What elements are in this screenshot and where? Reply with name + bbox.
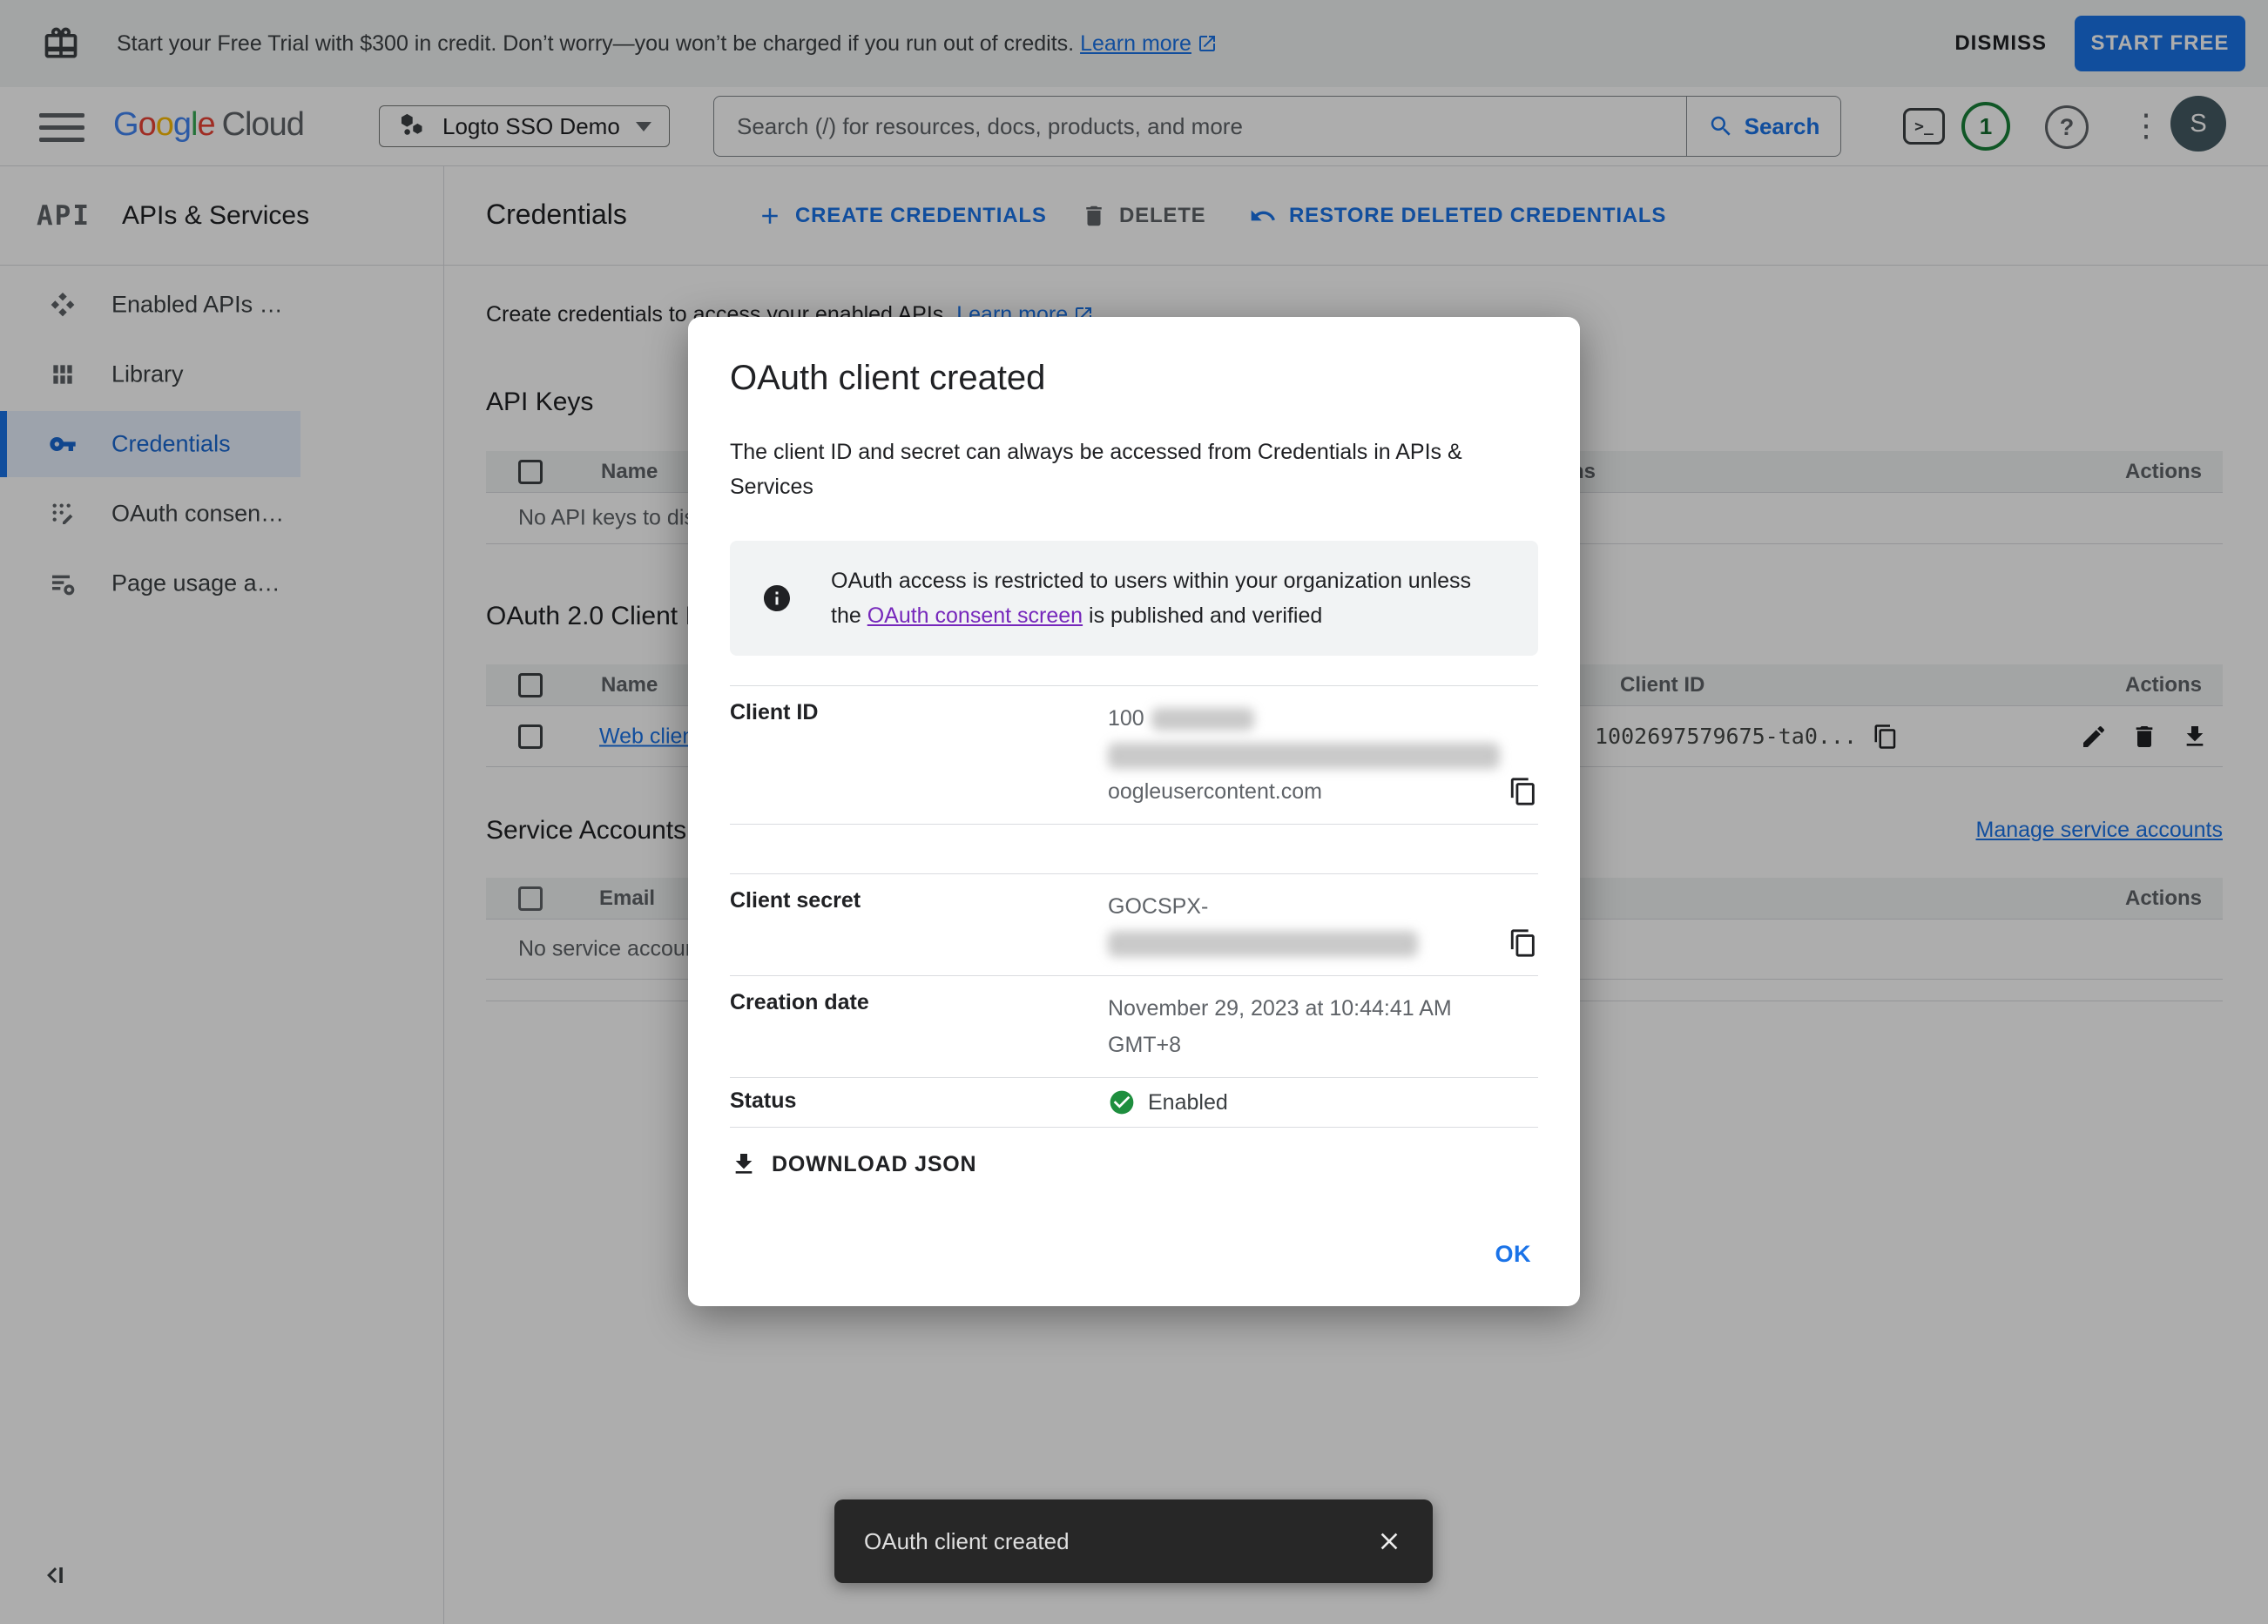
- client-secret-value: GOCSPX-: [1108, 888, 1500, 961]
- dialog-description: The client ID and secret can always be a…: [730, 440, 1462, 499]
- google-cloud-console: Start your Free Trial with $300 in credi…: [0, 0, 2268, 1624]
- close-icon[interactable]: [1375, 1527, 1403, 1555]
- client-id-value: 100 oogleusercontent.com: [1108, 700, 1500, 810]
- toast-message: OAuth client created: [864, 1527, 1070, 1554]
- info-icon: [761, 583, 793, 614]
- creation-date-row: Creation date November 29, 2023 at 10:44…: [730, 975, 1538, 1077]
- dialog-fields: Client ID 100 oogleusercontent.com Clien…: [730, 685, 1538, 1183]
- dialog-title: OAuth client created: [730, 359, 1046, 397]
- client-id-row: Client ID 100 oogleusercontent.com: [730, 685, 1538, 824]
- client-secret-row: Client secret GOCSPX-: [730, 873, 1538, 975]
- redacted-text: [1108, 743, 1500, 770]
- copy-client-id-icon[interactable]: [1509, 777, 1538, 806]
- redacted-text: [1151, 708, 1254, 731]
- ok-button[interactable]: OK: [1495, 1241, 1532, 1268]
- oauth-consent-screen-link[interactable]: OAuth consent screen: [867, 603, 1083, 628]
- download-json-button[interactable]: DOWNLOAD JSON: [730, 1150, 976, 1178]
- download-json-row: DOWNLOAD JSON: [730, 1127, 1538, 1183]
- oauth-client-created-dialog: OAuth client created The client ID and s…: [688, 317, 1580, 1306]
- copy-client-secret-icon[interactable]: [1509, 928, 1538, 958]
- redacted-text: [1108, 931, 1418, 958]
- creation-date-value: November 29, 2023 at 10:44:41 AM GMT+8: [1108, 996, 1452, 1057]
- toast-snackbar: OAuth client created: [834, 1499, 1433, 1583]
- restricted-access-notice: OAuth access is restricted to users with…: [730, 541, 1538, 656]
- check-circle-icon: [1108, 1088, 1136, 1116]
- status-row: Status Enabled: [730, 1077, 1538, 1127]
- download-icon: [730, 1150, 758, 1178]
- empty-row: [730, 824, 1538, 873]
- status-value: Enabled: [1108, 1088, 1228, 1116]
